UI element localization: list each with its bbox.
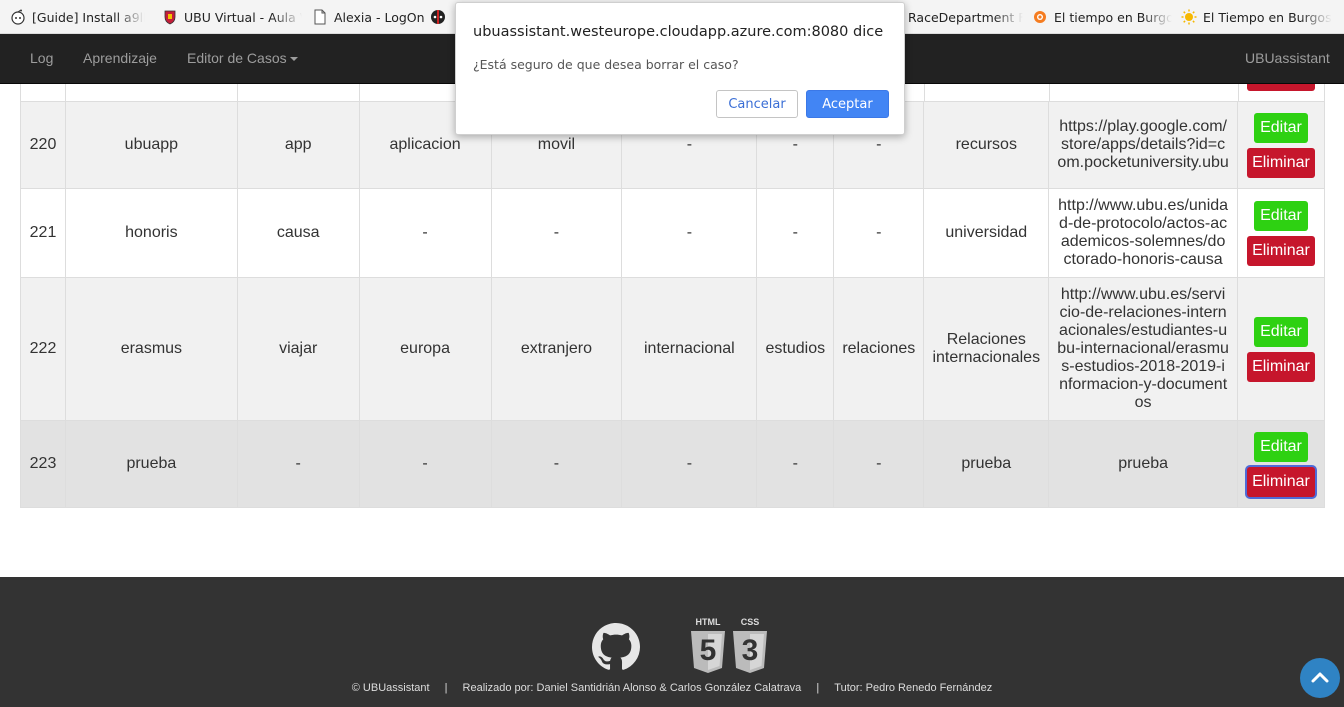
cell-url: https://play.google.com/store/apps/detai… [1048, 101, 1238, 189]
edit-button[interactable]: Editar [1253, 431, 1308, 462]
confirm-dialog: ubuassistant.westeurope.cloudapp.azure.c… [455, 2, 905, 135]
page-icon [312, 9, 328, 25]
bookmark-tiempo-burgos-1[interactable]: El tiempo en Burgos [1032, 8, 1172, 26]
edit-button[interactable]: Editar [1253, 200, 1308, 231]
cell: - [358, 188, 492, 278]
bookmark-alexia[interactable]: Alexia - LogOn [312, 8, 427, 26]
cell: viajar [236, 277, 360, 421]
cell-id: 222 [20, 277, 66, 421]
bookmark-label: [Guide] Install a9lh [32, 9, 145, 25]
bookmark-ubu-virtual[interactable]: UBU Virtual - Aula V [162, 8, 302, 26]
sun-icon [1032, 9, 1048, 25]
cell-actions: Editar Eliminar [1236, 420, 1326, 508]
cell: estudios [756, 277, 835, 421]
css3-number: 3 [741, 634, 759, 667]
footer-credits: © UBUassistant | Realizado por: Daniel S… [0, 682, 1344, 694]
cell: - [358, 420, 492, 508]
cell: app [236, 101, 360, 189]
footer-authors: Realizado por: Daniel Santidrián Alonso … [462, 682, 802, 694]
css-label: CSS [740, 617, 760, 627]
cell: - [756, 188, 835, 278]
ubu-shield-icon [162, 9, 178, 25]
cell-id: 221 [20, 188, 66, 278]
footer-separator: | [816, 682, 820, 694]
bookmark-label: El tiempo en Burgos [1054, 9, 1172, 25]
html-label: HTML [695, 617, 721, 627]
bookmark-guide-install[interactable]: [Guide] Install a9lh [10, 8, 145, 26]
reddit-icon [10, 9, 26, 25]
cell: - [621, 420, 758, 508]
delete-button[interactable]: Eliminar [1246, 351, 1315, 382]
nav-log[interactable]: Log [30, 50, 53, 66]
footer-copyright: © UBUassistant [351, 682, 430, 694]
bookmark-label: El Tiempo en Burgos [1203, 9, 1332, 25]
css3-logo: CSS 3 [731, 617, 769, 675]
html5-number: 5 [699, 634, 717, 667]
cell-url: prueba [1048, 420, 1238, 508]
cell: - [833, 188, 925, 278]
bookmark-label: Alexia - LogOn [334, 9, 425, 25]
cell-id: 223 [20, 420, 66, 508]
edit-button[interactable]: Editar [1253, 316, 1308, 347]
bookmark-label: UBU Virtual - Aula V [184, 9, 302, 25]
nav-editor-label: Editor de Casos [187, 50, 287, 66]
cell: ubuapp [64, 101, 238, 189]
cell: erasmus [64, 277, 238, 421]
cell: - [621, 188, 758, 278]
cell-actions: Editar Eliminar [1236, 277, 1326, 421]
dialog-message: ¿Está seguro de que desea borrar el caso… [473, 57, 739, 72]
caret-down-icon [289, 57, 298, 62]
table-row: 221 honoris causa - - - - - universidad … [20, 188, 1326, 278]
cell: - [490, 188, 623, 278]
table-row: 223 prueba - - - - - - prueba prueba Edi… [20, 420, 1326, 508]
cell: internacional [621, 277, 758, 421]
html5-logo: HTML 5 [689, 617, 727, 675]
cell: honoris [64, 188, 238, 278]
table-row: 222 erasmus viajar europa extranjero int… [20, 277, 1326, 421]
delete-button[interactable]: Eliminar [1246, 466, 1315, 497]
cell: - [236, 420, 360, 508]
cell: causa [236, 188, 360, 278]
footer-separator: | [444, 682, 448, 694]
footer: HTML 5 CSS 3 © UBUassistant | Realizado … [0, 577, 1344, 707]
chevron-up-icon [1311, 672, 1329, 683]
delete-button-partial[interactable] [1247, 84, 1315, 91]
cancel-button[interactable]: Cancelar [716, 90, 798, 118]
edit-button[interactable]: Editar [1253, 112, 1308, 143]
sun-icon [1181, 9, 1197, 25]
cell-actions: Editar Eliminar [1236, 188, 1326, 278]
bookmark-deadpool[interactable] [430, 8, 450, 26]
bookmark-tiempo-burgos-2[interactable]: El Tiempo en Burgos [1181, 8, 1341, 26]
dialog-title: ubuassistant.westeurope.cloudapp.azure.c… [473, 24, 884, 40]
scroll-to-top-button[interactable] [1300, 658, 1340, 698]
cell: universidad [923, 188, 1050, 278]
delete-button[interactable]: Eliminar [1246, 235, 1315, 266]
cell: - [490, 420, 623, 508]
deadpool-icon [430, 9, 446, 25]
cell: recursos [923, 101, 1050, 189]
accept-button[interactable]: Aceptar [806, 90, 889, 118]
navbar-brand[interactable]: UBUassistant [1245, 50, 1330, 66]
cell-url: http://www.ubu.es/servicio-de-relaciones… [1048, 277, 1238, 421]
cell: Relaciones internacionales [923, 277, 1050, 421]
cell: extranjero [490, 277, 623, 421]
cell-actions: Editar Eliminar [1236, 101, 1326, 189]
bookmark-label: RaceDepartment Fo [908, 9, 1023, 25]
cell: - [833, 420, 925, 508]
cases-table: 220 ubuapp app aplicacion movil - - - re… [20, 101, 1326, 508]
bookmark-racedepartment[interactable]: RaceDepartment Fo [908, 8, 1023, 26]
cell-url: http://www.ubu.es/unidad-de-protocolo/ac… [1048, 188, 1238, 278]
nav-editor-de-casos-dropdown[interactable]: Editor de Casos [187, 50, 298, 66]
cell: prueba [923, 420, 1050, 508]
cell: relaciones [833, 277, 925, 421]
cell: europa [358, 277, 492, 421]
cell: prueba [64, 420, 238, 508]
footer-tutor: Tutor: Pedro Renedo Fernández [834, 682, 993, 694]
nav-aprendizaje[interactable]: Aprendizaje [83, 50, 157, 66]
cell-id: 220 [20, 101, 66, 189]
github-icon[interactable] [592, 623, 640, 671]
delete-button[interactable]: Eliminar [1246, 147, 1315, 178]
cell: - [756, 420, 835, 508]
